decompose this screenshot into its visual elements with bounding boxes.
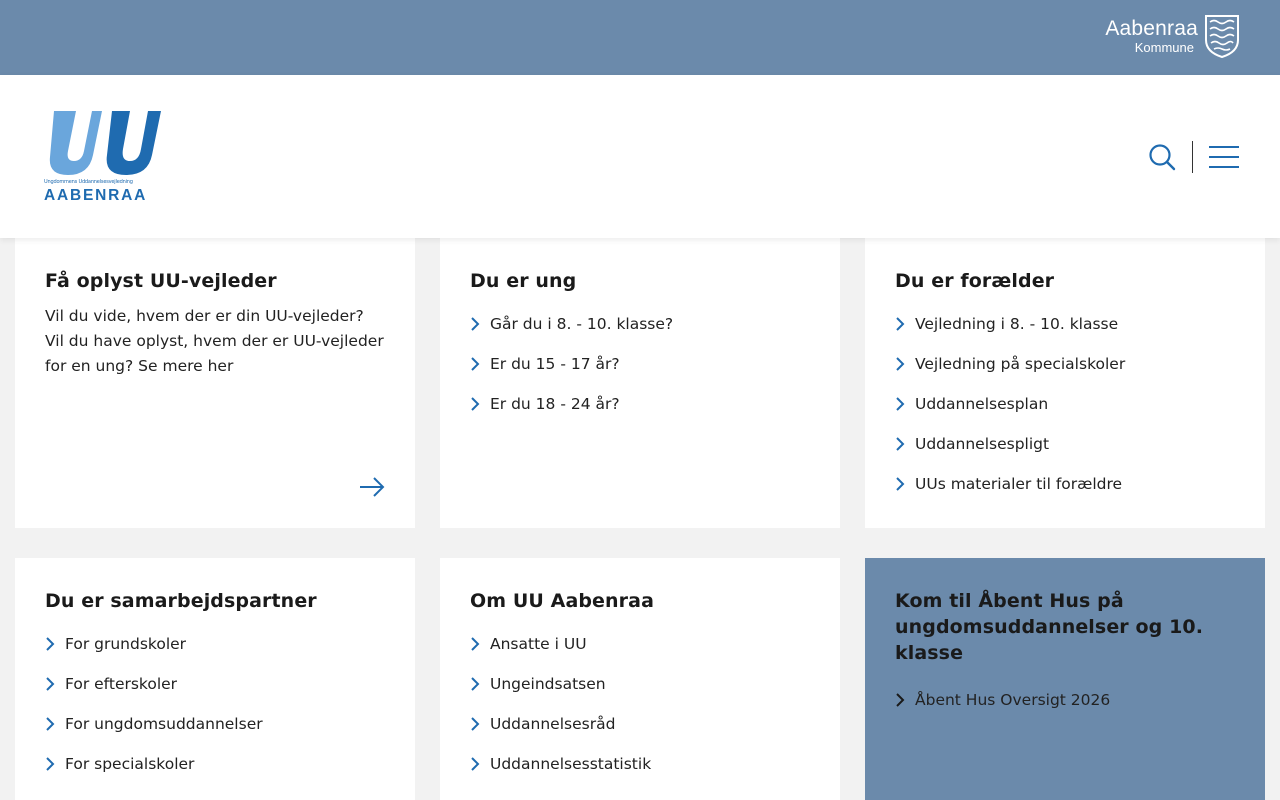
top-bar: Aabenraa Kommune xyxy=(0,0,1280,75)
chevron-right-icon xyxy=(896,437,905,451)
card-om-uu: Om UU Aabenraa Ansatte i UU Ungeindsatse… xyxy=(440,558,840,800)
chevron-right-icon xyxy=(471,717,480,731)
list-item[interactable]: Er du 18 - 24 år? xyxy=(470,384,810,424)
card-title: Du er samarbejdspartner xyxy=(45,590,317,612)
link-list: Åbent Hus Oversigt 2026 xyxy=(895,680,1235,720)
chevron-right-icon xyxy=(896,693,905,707)
list-item[interactable]: Uddannelsespligt xyxy=(895,424,1235,464)
link-list: Ansatte i UU Ungeindsatsen Uddannelsesrå… xyxy=(470,624,810,784)
list-item[interactable]: Vejledning i 8. - 10. klasse xyxy=(895,304,1235,344)
card-title: Du er ung xyxy=(470,270,577,292)
menu-button[interactable] xyxy=(1209,146,1239,168)
link-list: Går du i 8. - 10. klasse? Er du 15 - 17 … xyxy=(470,304,810,424)
chevron-right-icon xyxy=(471,397,480,411)
chevron-right-icon xyxy=(896,317,905,331)
link-list: For grundskoler For efterskoler For ungd… xyxy=(45,624,385,784)
card-du-er-foraelder: Du er forælder Vejledning i 8. - 10. kla… xyxy=(865,238,1265,528)
chevron-right-icon xyxy=(46,757,55,771)
list-item[interactable]: For grundskoler xyxy=(45,624,385,664)
list-item[interactable]: Ungeindsatsen xyxy=(470,664,810,704)
card-text: Vil du vide, hvem der er din UU-vejleder… xyxy=(45,307,384,375)
header-divider xyxy=(1192,141,1193,173)
arrow-right-icon[interactable] xyxy=(359,476,385,498)
search-button[interactable] xyxy=(1148,143,1176,171)
card-title: Du er forælder xyxy=(895,270,1055,292)
menu-icon xyxy=(1209,146,1239,148)
chevron-right-icon xyxy=(471,677,480,691)
logo-city: AABENRAA xyxy=(44,187,148,204)
list-item[interactable]: Åbent Hus Oversigt 2026 xyxy=(895,680,1235,720)
chevron-right-icon xyxy=(46,677,55,691)
search-icon xyxy=(1149,144,1176,171)
kommune-name: Aabenraa xyxy=(1105,17,1198,40)
chevron-right-icon xyxy=(471,637,480,651)
list-item[interactable]: UUs materialer til forældre xyxy=(895,464,1235,504)
card-title: Om UU Aabenraa xyxy=(470,590,654,612)
chevron-right-icon xyxy=(46,637,55,651)
card-title: Få oplyst UU-vejleder xyxy=(45,270,277,292)
chevron-right-icon xyxy=(471,317,480,331)
list-item[interactable]: Ansatte i UU xyxy=(470,624,810,664)
list-item[interactable]: For efterskoler xyxy=(45,664,385,704)
uu-logo[interactable]: Ungdommens Uddannelsesvejledning AABENRA… xyxy=(44,111,162,205)
list-item[interactable]: Uddannelsesråd xyxy=(470,704,810,744)
logo-subtitle: Ungdommens Uddannelsesvejledning xyxy=(44,179,133,185)
kommune-crest-icon xyxy=(1205,15,1239,58)
uu-logo-mark xyxy=(49,111,161,175)
card-find-vejleder[interactable]: Få oplyst UU-vejleder Vil du vide, hvem … xyxy=(15,238,415,528)
list-item[interactable]: Er du 15 - 17 år? xyxy=(470,344,810,384)
kommune-logo[interactable]: Aabenraa Kommune xyxy=(1105,14,1240,58)
site-header: Ungdommens Uddannelsesvejledning AABENRA… xyxy=(0,75,1280,238)
kommune-sub: Kommune xyxy=(1134,40,1194,55)
chevron-right-icon xyxy=(46,717,55,731)
card-aabent-hus: Kom til Åbent Hus på ungdomsuddannelser … xyxy=(865,558,1265,800)
link-list: Vejledning i 8. - 10. klasse Vejledning … xyxy=(895,304,1235,504)
chevron-right-icon xyxy=(896,397,905,411)
list-item[interactable]: For specialskoler xyxy=(45,744,385,784)
card-du-er-ung: Du er ung Går du i 8. - 10. klasse? Er d… xyxy=(440,238,840,528)
list-item[interactable]: Vejledning på specialskoler xyxy=(895,344,1235,384)
chevron-right-icon xyxy=(471,757,480,771)
chevron-right-icon xyxy=(471,357,480,371)
chevron-right-icon xyxy=(896,477,905,491)
list-item[interactable]: Uddannelsesstatistik xyxy=(470,744,810,784)
card-title: Kom til Åbent Hus på ungdomsuddannelser … xyxy=(895,590,1204,664)
chevron-right-icon xyxy=(896,357,905,371)
list-item[interactable]: For ungdomsuddannelser xyxy=(45,704,385,744)
list-item[interactable]: Går du i 8. - 10. klasse? xyxy=(470,304,810,344)
list-item[interactable]: Uddannelsesplan xyxy=(895,384,1235,424)
card-samarbejdspartner: Du er samarbejdspartner For grundskoler … xyxy=(15,558,415,800)
